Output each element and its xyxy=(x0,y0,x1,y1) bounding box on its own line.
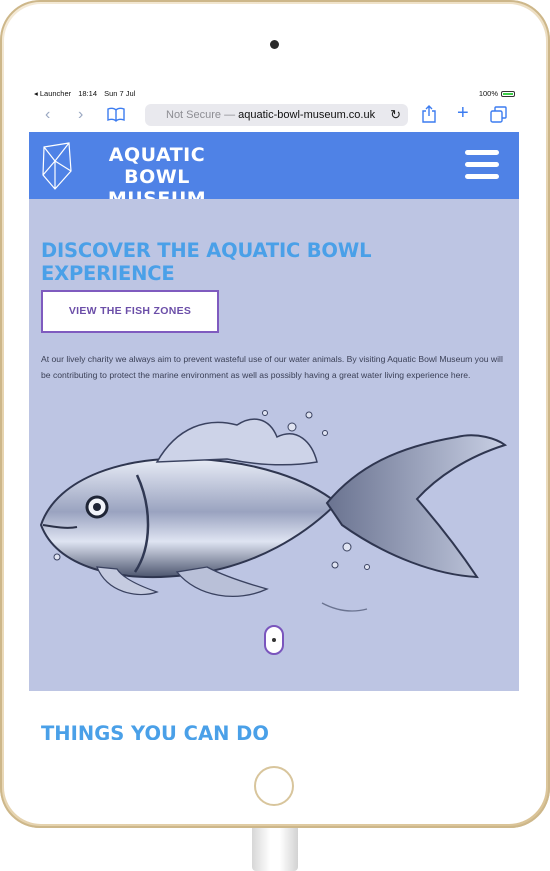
battery-icon xyxy=(501,90,515,97)
screen: ◂ Launcher 18:14 Sun 7 Jul 100% ‹ › Not … xyxy=(29,84,519,740)
things-to-do-section: THINGS YOU CAN DO xyxy=(29,691,519,740)
back-to-app-link[interactable]: ◂ Launcher xyxy=(34,89,71,98)
status-time: 18:14 xyxy=(78,89,97,98)
menu-bar xyxy=(465,150,499,155)
hero-title: DISCOVER THE AQUATIC BOWL EXPERIENCE xyxy=(41,239,372,285)
reload-icon[interactable]: ↻ xyxy=(390,104,401,126)
logo-crystal-icon xyxy=(42,142,72,190)
new-tab-icon[interactable]: + xyxy=(457,103,469,123)
scroll-down-indicator[interactable] xyxy=(264,625,284,655)
view-fish-zones-button[interactable]: VIEW THE FISH ZONES xyxy=(41,290,219,333)
hero-description: At our lively charity we always aim to p… xyxy=(41,354,503,380)
bookmarks-icon[interactable] xyxy=(107,107,125,122)
camera-icon xyxy=(270,40,279,49)
security-label: Not Secure — xyxy=(166,109,236,121)
tabs-icon[interactable] xyxy=(490,106,507,123)
water-fish-image xyxy=(39,410,507,612)
charging-cable xyxy=(252,828,298,871)
home-button[interactable] xyxy=(254,766,294,806)
site-header: AQUATIC BOWL MUSEUM xyxy=(29,132,519,210)
address-bar[interactable]: Not Secure — aquatic-bowl-museum.co.uk ↻ xyxy=(145,104,408,126)
browser-toolbar: ‹ › Not Secure — aquatic-bowl-museum.co.… xyxy=(29,100,519,130)
logo-line-1: AQUATIC BOWL xyxy=(108,144,206,188)
share-icon[interactable] xyxy=(422,105,436,123)
hero-section: DISCOVER THE AQUATIC BOWL EXPERIENCE VIE… xyxy=(29,199,519,691)
url-text: aquatic-bowl-museum.co.uk xyxy=(238,109,376,121)
menu-bar xyxy=(465,162,499,167)
menu-icon[interactable] xyxy=(465,150,499,180)
forward-icon[interactable]: › xyxy=(78,105,83,125)
menu-bar xyxy=(465,174,499,179)
section-title: THINGS YOU CAN DO xyxy=(41,722,269,740)
scroll-dot-icon xyxy=(272,638,276,642)
back-icon[interactable]: ‹ xyxy=(45,105,50,125)
status-date: Sun 7 Jul xyxy=(104,89,136,98)
status-bar: ◂ Launcher 18:14 Sun 7 Jul 100% xyxy=(29,84,519,100)
battery-percent: 100% xyxy=(478,89,498,98)
